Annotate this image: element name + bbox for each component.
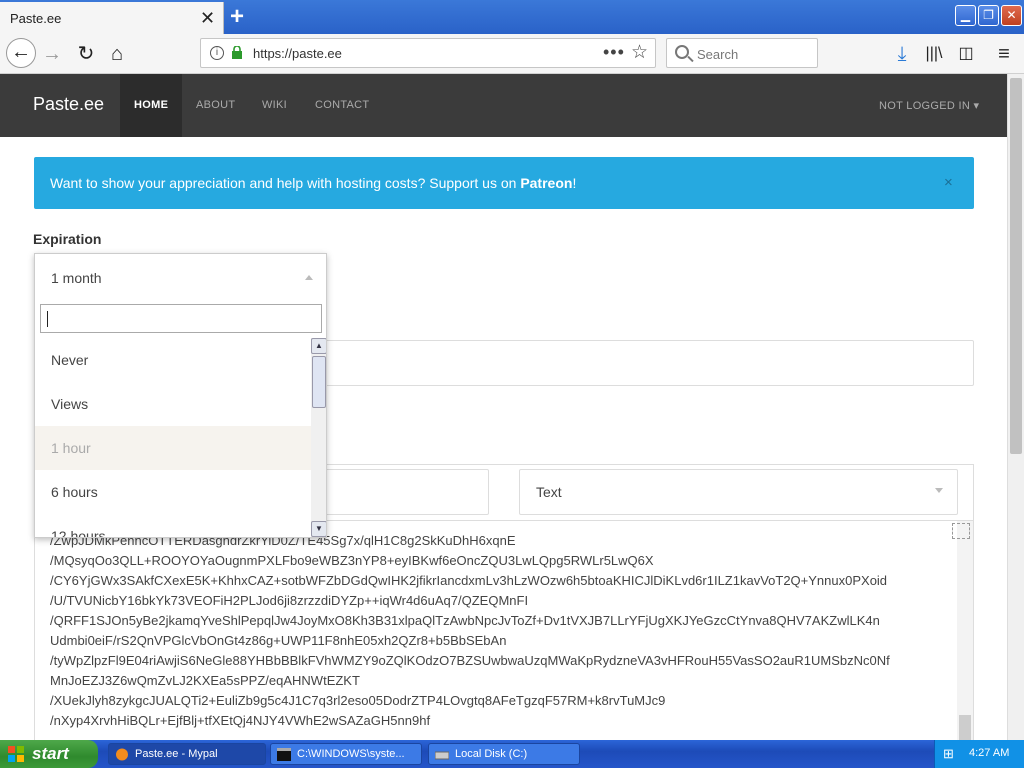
scroll-down-icon[interactable]: ▼ bbox=[311, 521, 326, 537]
library-icon[interactable]: |||\ bbox=[920, 40, 948, 68]
support-alert: Want to show your appreciation and help … bbox=[34, 157, 974, 209]
minimize-icon[interactable]: ▁ bbox=[955, 5, 976, 26]
search-box[interactable]: Search bbox=[666, 38, 818, 68]
text-caret bbox=[47, 311, 48, 327]
code-line: /MQsyqOo3QLL+ROOYOYaOugnmPXLFbo9eWBZ3nYP… bbox=[50, 553, 654, 568]
alert-close-icon[interactable]: × bbox=[944, 174, 953, 191]
task-browser-label: Paste.ee - Mypal bbox=[135, 748, 218, 760]
page-actions-icon[interactable]: ••• bbox=[603, 42, 625, 63]
fullscreen-icon[interactable] bbox=[952, 523, 970, 539]
network-icon[interactable]: ⊞ bbox=[943, 746, 954, 762]
code-line: Udmbi0eiF/rS2QnVPGlcVbOnGt4z86g+UWP11F8n… bbox=[50, 633, 507, 648]
restore-icon[interactable]: ❐ bbox=[978, 5, 999, 26]
tab-close-icon[interactable]: ✕ bbox=[200, 8, 215, 29]
paste-name-input[interactable] bbox=[300, 469, 489, 515]
drive-icon bbox=[435, 751, 449, 760]
code-line: /nXyp4XrvhHiBQLr+EjfBlj+tfXEtQj4NJY4VWhE… bbox=[50, 713, 431, 728]
description-input[interactable] bbox=[300, 340, 974, 386]
task-local-disk-label: Local Disk (C:) bbox=[455, 748, 528, 760]
info-icon[interactable]: i bbox=[210, 46, 224, 60]
page-scrollbar[interactable] bbox=[1007, 74, 1024, 740]
dropdown-options: Never Views 1 hour 6 hours 12 hours bbox=[35, 338, 311, 537]
download-icon[interactable]: ⤓ bbox=[888, 40, 916, 68]
option-1-hour[interactable]: 1 hour bbox=[35, 426, 311, 470]
back-arrow-icon[interactable]: ← bbox=[6, 38, 36, 68]
paste-textarea[interactable]: /ZwpJDMkPenncOTTERDasgndrZkrYiD0Z/TE45Sg… bbox=[35, 520, 973, 742]
chevron-up-icon bbox=[305, 275, 313, 280]
sidebar-icon[interactable]: ◫ bbox=[952, 40, 980, 68]
alert-text: Want to show your appreciation and help … bbox=[50, 175, 577, 191]
new-tab-icon[interactable]: + bbox=[230, 3, 244, 31]
site-brand[interactable]: Paste.ee bbox=[33, 94, 104, 115]
tab-title: Paste.ee bbox=[10, 11, 62, 26]
browser-tab-strip: Paste.ee ✕ + ▁ ❐ ✕ bbox=[0, 0, 1024, 34]
option-12-hours[interactable]: 12 hours bbox=[35, 514, 311, 537]
code-line: /QRFF1SJOn5yBe2jkamqYveShlPepqlJw4JoyMxO… bbox=[50, 613, 880, 628]
code-line: MnJoEZJ3Z6wQmZvLJ2KXEa5sPPZ/eqAHNWtEZKT bbox=[50, 673, 360, 688]
url-text: https://paste.ee bbox=[253, 46, 342, 61]
syntax-select-value: Text bbox=[536, 484, 562, 500]
forward-arrow-icon[interactable]: → bbox=[38, 40, 66, 68]
windows-logo-icon bbox=[8, 746, 24, 762]
code-line: /U/TVUNicbY16bkYk73VEOFiH2PLJod6ji8zrzzd… bbox=[50, 593, 529, 608]
nav-about[interactable]: ABOUT bbox=[196, 99, 235, 111]
textarea-scrollbar-thumb[interactable] bbox=[959, 715, 971, 742]
lock-icon bbox=[232, 46, 242, 59]
console-icon bbox=[277, 748, 291, 761]
code-line: /XUekJlyh8zykgcJUALQTi2+EuliZb9g5c4J1C7q… bbox=[50, 693, 666, 708]
clock: 4:27 AM bbox=[969, 747, 1010, 759]
bookmark-star-icon[interactable]: ☆ bbox=[631, 41, 648, 64]
nav-home[interactable]: HOME bbox=[134, 99, 168, 111]
expiration-selected-value: 1 month bbox=[51, 270, 102, 286]
browser-tab[interactable]: Paste.ee ✕ bbox=[0, 2, 224, 34]
dropdown-search-input[interactable] bbox=[40, 304, 322, 333]
code-line: /CY6YjGWx3SAkfCXexE5K+KhhxCAZ+sotbWFZbDG… bbox=[50, 573, 888, 588]
nav-contact[interactable]: CONTACT bbox=[315, 99, 369, 111]
syntax-select[interactable]: Text bbox=[519, 469, 958, 515]
nav-wiki[interactable]: WIKI bbox=[262, 99, 287, 111]
site-navbar: Paste.ee HOME ABOUT WIKI CONTACT NOT LOG… bbox=[0, 74, 1007, 137]
caret-down-icon: ▾ bbox=[973, 100, 980, 112]
account-label: NOT LOGGED IN bbox=[879, 100, 971, 112]
option-never[interactable]: Never bbox=[35, 338, 311, 382]
browser-icon bbox=[116, 748, 128, 761]
patreon-link[interactable]: Patreon bbox=[520, 175, 572, 191]
option-views[interactable]: Views bbox=[35, 382, 311, 426]
dropdown-scrollbar-thumb[interactable] bbox=[312, 356, 326, 408]
dropdown-scrollbar[interactable]: ▲ ▼ bbox=[311, 338, 326, 537]
start-label: start bbox=[32, 744, 69, 763]
system-tray: ⊞ 4:27 AM bbox=[934, 740, 1024, 768]
window-close-icon[interactable]: ✕ bbox=[1001, 5, 1022, 26]
menu-icon[interactable]: ≡ bbox=[990, 40, 1018, 68]
start-button[interactable]: start bbox=[0, 740, 98, 768]
task-local-disk[interactable]: Local Disk (C:) bbox=[428, 743, 580, 765]
task-browser[interactable]: Paste.ee - Mypal bbox=[108, 743, 266, 765]
task-cmd-label: C:\WINDOWS\syste... bbox=[297, 748, 405, 760]
taskbar: start Paste.ee - Mypal C:\WINDOWS\syste.… bbox=[0, 740, 1024, 768]
search-placeholder: Search bbox=[697, 47, 739, 62]
chevron-down-icon bbox=[935, 488, 943, 493]
account-menu[interactable]: NOT LOGGED IN ▾ bbox=[879, 99, 979, 112]
browser-toolbar: ← → ↻ ⌂ i https://paste.ee ••• ☆ Search … bbox=[0, 34, 1024, 74]
expiration-label: Expiration bbox=[33, 231, 102, 247]
code-line: /tyWpZlpzFl9E04riAwjiS6NeGle88YHBbBBlkFV… bbox=[50, 653, 890, 668]
home-icon[interactable]: ⌂ bbox=[103, 40, 131, 68]
scroll-up-icon[interactable]: ▲ bbox=[311, 338, 326, 354]
page-scrollbar-thumb[interactable] bbox=[1010, 78, 1022, 454]
reload-icon[interactable]: ↻ bbox=[72, 40, 100, 68]
url-bar[interactable]: i https://paste.ee ••• ☆ bbox=[200, 38, 656, 68]
textarea-scrollbar[interactable] bbox=[957, 521, 973, 742]
task-cmd[interactable]: C:\WINDOWS\syste... bbox=[270, 743, 422, 765]
search-icon bbox=[675, 45, 689, 59]
option-6-hours[interactable]: 6 hours bbox=[35, 470, 311, 514]
expiration-dropdown[interactable]: 1 month Never Views 1 hour 6 hours 12 ho… bbox=[34, 253, 327, 538]
